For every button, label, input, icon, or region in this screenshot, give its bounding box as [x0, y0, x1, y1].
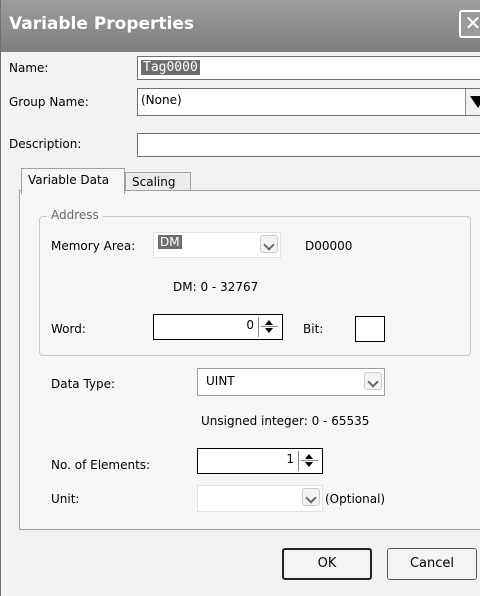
- description-label: Description:: [9, 137, 82, 151]
- group-name-label: Group Name:: [9, 95, 89, 109]
- chevron-down-icon[interactable]: [260, 235, 278, 253]
- tab-scaling-label: Scaling: [132, 175, 176, 189]
- name-value: Tag0000: [141, 60, 200, 75]
- group-name-dropdown[interactable]: (None): [137, 88, 480, 116]
- word-label: Word:: [51, 322, 86, 336]
- data-type-dropdown[interactable]: UINT: [197, 368, 385, 396]
- spin-up-icon[interactable]: [265, 320, 273, 325]
- word-spin-buttons[interactable]: [258, 317, 280, 337]
- spin-divider: [261, 326, 278, 327]
- bit-label: Bit:: [303, 322, 324, 336]
- data-type-value: UINT: [206, 374, 235, 388]
- tab-scaling[interactable]: Scaling: [125, 172, 191, 192]
- spin-up-icon[interactable]: [305, 454, 313, 459]
- elements-label: No. of Elements:: [51, 458, 151, 472]
- data-type-label: Data Type:: [51, 377, 116, 391]
- elements-value: 1: [286, 452, 294, 466]
- window-title: Variable Properties: [9, 14, 195, 34]
- memory-area-value: DM: [158, 235, 182, 249]
- elements-stepper[interactable]: 1: [197, 448, 323, 474]
- name-label: Name:: [9, 61, 49, 75]
- word-value: 0: [246, 318, 254, 332]
- spin-down-icon[interactable]: [265, 328, 273, 333]
- unit-optional-text: (Optional): [325, 492, 386, 506]
- unit-dropdown[interactable]: [197, 485, 323, 512]
- group-name-value: (None): [141, 93, 182, 107]
- description-input[interactable]: [137, 133, 480, 157]
- dropdown-arrow-icon[interactable]: [465, 89, 480, 115]
- spin-divider: [301, 460, 318, 461]
- memory-range-text: DM: 0 - 32767: [173, 280, 259, 294]
- close-icon: ✕: [464, 11, 480, 35]
- tab-variable-data-label: Variable Data: [28, 173, 110, 187]
- bit-input[interactable]: [355, 316, 385, 342]
- address-group-legend: Address: [47, 208, 103, 222]
- address-value: D00000: [305, 239, 353, 253]
- name-input[interactable]: Tag0000: [137, 56, 480, 80]
- tab-variable-data[interactable]: Variable Data: [21, 168, 125, 194]
- memory-area-label: Memory Area:: [51, 239, 136, 253]
- unit-label: Unit:: [51, 492, 80, 506]
- close-button[interactable]: ✕: [459, 10, 480, 38]
- spin-down-icon[interactable]: [305, 462, 313, 467]
- chevron-down-icon[interactable]: [364, 372, 382, 390]
- ok-button[interactable]: OK: [282, 548, 372, 580]
- chevron-down-icon[interactable]: [302, 488, 320, 506]
- data-type-hint: Unsigned integer: 0 - 65535: [201, 414, 370, 428]
- elements-spin-buttons[interactable]: [298, 451, 320, 471]
- title-bar: Variable Properties ✕: [1, 0, 480, 52]
- memory-area-dropdown[interactable]: DM: [153, 232, 281, 258]
- variable-properties-dialog: Variable Properties ✕ Name: Tag0000 Grou…: [0, 0, 480, 596]
- cancel-button[interactable]: Cancel: [387, 548, 477, 580]
- word-stepper[interactable]: 0: [153, 314, 283, 340]
